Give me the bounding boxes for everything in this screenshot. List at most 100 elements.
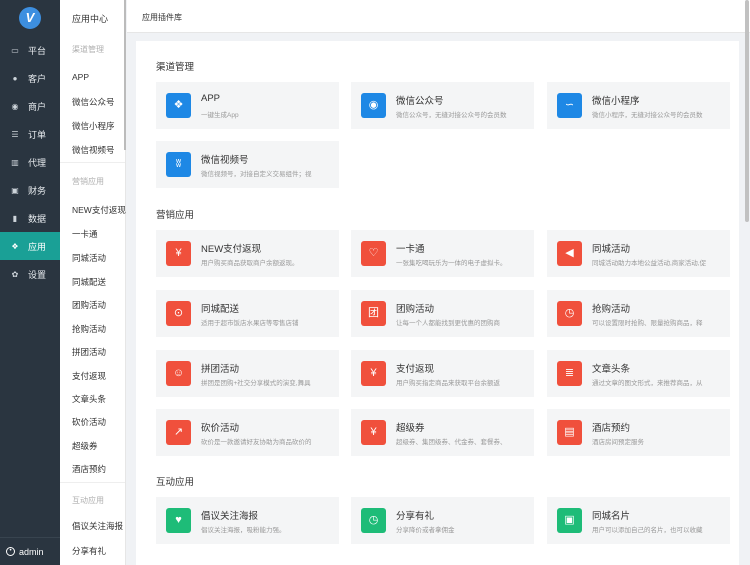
sub-nav-item[interactable]: 分享有礼: [72, 545, 126, 557]
plugin-card[interactable]: ◷ 抢购活动 可以设置限时抢购、限量抢购商品，释: [547, 290, 730, 337]
plugin-description: 微信公众号，无缝对接公众号的会员数: [396, 112, 507, 119]
timer-icon: ◷: [557, 301, 582, 326]
list-icon: ☰: [11, 129, 19, 139]
plugin-name: 砍价活动: [201, 423, 240, 434]
sub-nav-group-label: 营销应用: [72, 177, 104, 186]
main-nav-item[interactable]: ▣ 财务: [0, 176, 60, 204]
main-sidebar: V ▭ 平台 ● 客户 ◉ 商户 ☰ 订单 ▥ 代理 ▣ 财务 ▮ 数据 ❖ 应用 ✿ 设置 • admin: [0, 0, 60, 565]
plugin-description: 超级券、集团级券、代金券、套餐券、: [396, 439, 507, 446]
section-title: 渠道管理: [156, 62, 195, 73]
plugin-card[interactable]: ◀ 同城活动 同城活动助力本地公益活动,商家活动,促: [547, 230, 730, 277]
plugin-card[interactable]: ≣ 文章头条通过文章的图文形式，来推荐商品，从: [547, 350, 730, 397]
plugin-card[interactable]: ❖ APP 一键生成App: [156, 82, 339, 129]
plugin-description: 用户购买商品获取商户余额返现。: [201, 260, 299, 267]
wallet-icon: ▣: [11, 185, 19, 195]
main-nav-item[interactable]: ▮ 数据: [0, 204, 60, 232]
sub-nav-item[interactable]: 同城配送: [72, 276, 126, 288]
cash-bag-icon: ¥: [361, 361, 386, 386]
main-nav-label: 数据: [28, 213, 47, 224]
plugin-name: 同城活动: [592, 244, 631, 255]
plugin-card[interactable]: ¥ 支付返现 用户购买指定商品来获取平台余额返: [351, 350, 534, 397]
plugin-card[interactable]: ⊙ 同城配送 适用于超市饭店水果店等零售店铺: [156, 290, 339, 337]
sub-nav-item[interactable]: 一卡通: [72, 228, 126, 240]
section-title: 互动应用: [156, 477, 195, 488]
plugin-card[interactable]: ¥ 超级券超级券、集团级券、代金券、套餐券、: [351, 409, 534, 456]
sub-nav-item[interactable]: NEW支付返现: [72, 204, 126, 216]
plugin-card[interactable]: 团团购活动 让每一个人都能找到更优惠的团购商: [351, 290, 534, 337]
plugin-description: 通过文章的图文形式，来推荐商品，从: [592, 380, 703, 387]
plugin-name: NEW支付返现: [201, 244, 262, 255]
plugin-description: 可以设置限时抢购、限量抢购商品，释: [592, 320, 703, 327]
sub-nav-item[interactable]: 酒店预约: [72, 463, 126, 475]
plugin-card[interactable]: ♡ 一卡通 一张集吃喝玩乐为一体的电子虚拟卡。: [351, 230, 534, 277]
stopwatch-icon: ◷: [361, 508, 386, 533]
user-icon: ●: [12, 73, 18, 83]
plugin-name: 超级券: [396, 423, 425, 434]
plugin-name: 拼团活动: [201, 364, 240, 375]
channels-icon: ʬ: [166, 152, 191, 177]
main-nav-item[interactable]: ▭ 平台: [0, 36, 60, 64]
users-icon: ◉: [11, 101, 19, 111]
main-nav-item[interactable]: ◉ 商户: [0, 92, 60, 120]
sub-nav-item[interactable]: 砍价活动: [72, 416, 126, 428]
plugin-card[interactable]: ∽ 微信小程序 微信小程序，无缝对接公众号的会员数: [547, 82, 730, 129]
gear-icon: ✿: [11, 269, 19, 279]
main-nav-label: 代理: [28, 157, 47, 168]
plugin-card[interactable]: ♥ 倡议关注海报 倡议关注海报，吸粉能力强。: [156, 497, 339, 544]
sub-nav-divider: [60, 162, 125, 163]
main-nav-label: 应用: [28, 241, 47, 252]
plugin-description: 拼团是团购+社交分享模式的演变,舞具: [201, 380, 311, 387]
plugin-name: 一卡通: [396, 244, 425, 255]
main-nav-item[interactable]: ✿ 设置: [0, 260, 60, 288]
main-nav-item[interactable]: ☰ 订单: [0, 120, 60, 148]
sub-nav-item[interactable]: 倡议关注海报: [72, 520, 126, 532]
sub-nav-item[interactable]: 微信公众号: [72, 96, 126, 108]
main-nav-label: 财务: [28, 185, 47, 196]
sub-nav-item[interactable]: 同城活动: [72, 252, 126, 264]
sub-nav-item[interactable]: 微信小程序: [72, 120, 126, 132]
plugin-card[interactable]: ☺ 拼团活动 拼团是团购+社交分享模式的演变,舞具: [156, 350, 339, 397]
plugin-name: 文章头条: [592, 364, 631, 375]
sub-nav-item[interactable]: 文章头条: [72, 393, 126, 405]
plugin-card[interactable]: ◷ 分享有礼 分享降价或者拿佣金: [351, 497, 534, 544]
plugin-description: 让每一个人都能找到更优惠的团购商: [396, 320, 500, 327]
sub-nav-item[interactable]: 超级券: [72, 440, 126, 452]
scooter-icon: ⊙: [166, 301, 191, 326]
plugin-description: 酒店房间预定服务: [592, 439, 644, 446]
plugin-card[interactable]: ▤ 酒店预约 酒店房间预定服务: [547, 409, 730, 456]
main-nav-item[interactable]: ● 客户: [0, 64, 60, 92]
plugin-card[interactable]: ↗ 砍价活动 砍价是一款邀请好友协助为商品砍价的: [156, 409, 339, 456]
main-nav-item[interactable]: ❖ 应用: [0, 232, 60, 260]
main-nav-label: 设置: [28, 269, 47, 280]
user-menu[interactable]: • admin: [0, 537, 60, 565]
article-icon: ≣: [557, 361, 582, 386]
sub-nav-item[interactable]: 抢购活动: [72, 323, 126, 335]
plugin-card[interactable]: ◉ 微信公众号 微信公众号，无缝对接公众号的会员数: [351, 82, 534, 129]
plugin-name: 微信视频号: [201, 155, 249, 166]
sub-nav-divider: [60, 482, 125, 483]
main-nav-item[interactable]: ▥ 代理: [0, 148, 60, 176]
sub-nav-item[interactable]: 团购活动: [72, 299, 126, 311]
sub-nav-item[interactable]: APP: [72, 72, 126, 82]
page-title: 应用插件库: [142, 13, 182, 22]
sub-nav-item[interactable]: 拼团活动: [72, 346, 126, 358]
coupon-icon: ¥: [361, 420, 386, 445]
brand-logo[interactable]: V: [19, 7, 41, 29]
sub-nav-item[interactable]: 微信视频号: [72, 144, 126, 156]
main-scrollbar[interactable]: [745, 0, 749, 222]
main-nav-label: 客户: [28, 73, 47, 84]
sub-sidebar-scrollbar[interactable]: [124, 0, 126, 150]
plugin-name: 倡议关注海报: [201, 511, 259, 522]
plugin-description: 微信视频号，对接自定义交易组件；视: [201, 171, 312, 178]
plugin-card[interactable]: ʬ 微信视频号微信视频号，对接自定义交易组件；视: [156, 141, 339, 188]
plugin-name: 微信小程序: [592, 96, 640, 107]
heart-card-icon: ♡: [361, 241, 386, 266]
plugin-card[interactable]: ¥ NEW支付返现 用户购买商品获取商户余额返现。: [156, 230, 339, 277]
plugin-card[interactable]: ▣ 同城名片 用户可以添加自己的名片，也可以收藏: [547, 497, 730, 544]
knife-icon: ↗: [166, 420, 191, 445]
main-nav-label: 订单: [28, 129, 47, 140]
sub-sidebar-title[interactable]: 应用中心: [72, 12, 108, 25]
sub-nav-item[interactable]: 支付返现: [72, 370, 126, 382]
app-sub-sidebar: 应用中心 渠道管理 APP 微信公众号 微信小程序 微信视频号 营销应用 NEW支付返现 一卡…: [60, 0, 126, 565]
main-nav-label: 平台: [28, 45, 47, 56]
